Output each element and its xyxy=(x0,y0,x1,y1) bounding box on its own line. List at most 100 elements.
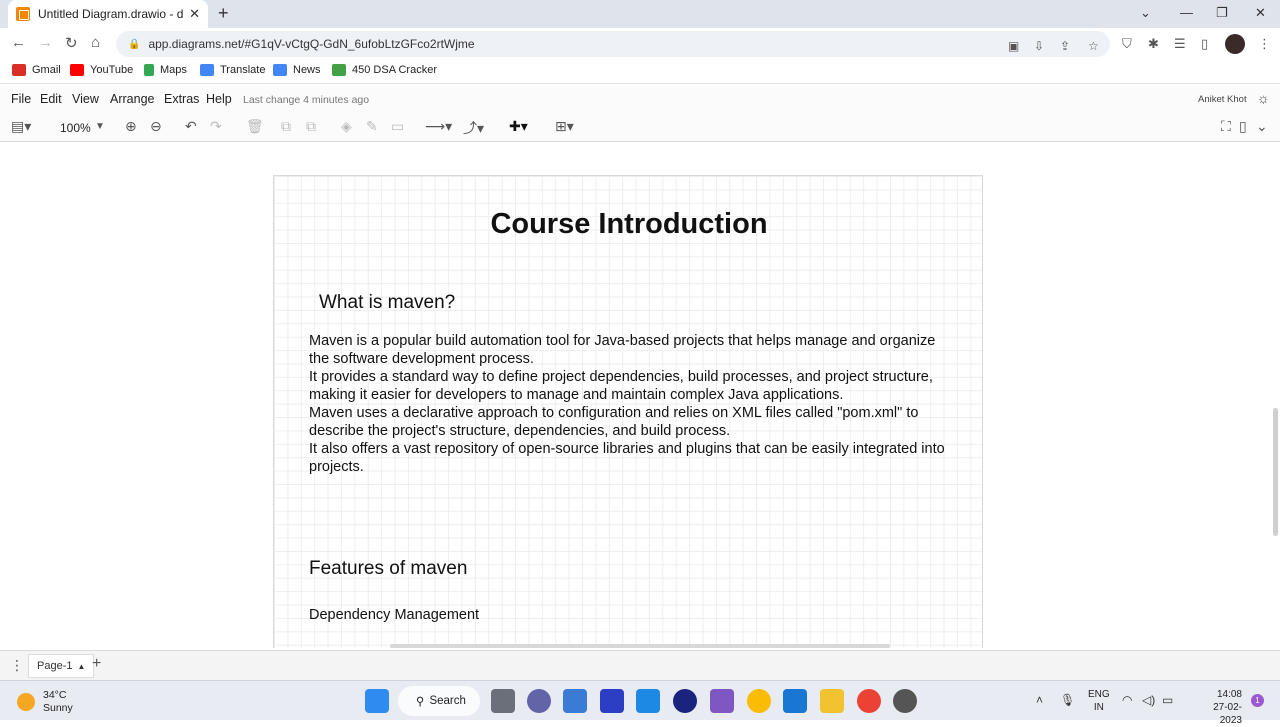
home-icon[interactable]: ⌂ xyxy=(91,34,100,51)
heading-features-of-maven[interactable]: Features of maven xyxy=(309,558,467,580)
volume-icon[interactable]: ◁) xyxy=(1142,693,1155,707)
taskbar-search[interactable]: ⚲ Search xyxy=(398,686,480,716)
more-menu-icon[interactable]: ⋮ xyxy=(1258,36,1271,52)
last-change-status[interactable]: Last change 4 minutes ago xyxy=(243,94,369,106)
diagram-canvas[interactable]: Course Introduction What is maven? Maven… xyxy=(0,143,1280,648)
format-toggle-icon[interactable]: ▯ xyxy=(1239,118,1247,135)
paragraph-line: projects. xyxy=(309,459,364,475)
webex-icon[interactable] xyxy=(673,689,697,713)
connection-icon[interactable]: ⟶▾ xyxy=(425,118,452,135)
shield-extension-icon[interactable]: ⛉ xyxy=(1122,36,1132,52)
new-tab-icon[interactable]: + xyxy=(218,3,229,24)
to-front-icon[interactable]: ⧉ xyxy=(281,118,291,135)
language-indicator[interactable]: ENG IN xyxy=(1088,688,1110,714)
browser-tab[interactable]: Untitled Diagram.drawio - diagra ✕ xyxy=(8,0,208,28)
microphone-icon[interactable]: 🎙 xyxy=(1060,693,1075,707)
diagram-page[interactable]: Course Introduction What is maven? Maven… xyxy=(273,175,983,648)
install-icon[interactable]: ⇩ xyxy=(1034,39,1044,53)
extensions-puzzle-icon[interactable]: ✱ xyxy=(1148,36,1159,52)
bookmark-450-dsa-cracker[interactable]: 450 DSA Cracker xyxy=(332,64,437,76)
dev-app-icon[interactable] xyxy=(893,689,917,713)
redo-icon[interactable]: ↷ xyxy=(210,118,222,135)
horizontal-scrollbar[interactable] xyxy=(390,644,890,648)
maximize-icon[interactable]: ❐ xyxy=(1216,5,1228,21)
task-view-icon[interactable] xyxy=(491,689,515,713)
collapse-chevron-icon[interactable]: ⌄ xyxy=(1256,118,1268,135)
vertical-scrollbar[interactable] xyxy=(1273,408,1278,536)
fullscreen-icon[interactable]: ⛶ xyxy=(1221,118,1231,135)
page-title[interactable]: Course Introduction xyxy=(274,208,984,241)
photos-icon[interactable] xyxy=(563,689,587,713)
weather-widget[interactable]: 34°C Sunny xyxy=(17,689,73,715)
bookmark-news[interactable]: News xyxy=(273,64,321,76)
page-tab-current[interactable]: Page-1 ▲ xyxy=(28,654,95,678)
zoom-in-icon[interactable]: ⊕ xyxy=(125,118,137,135)
heading-what-is-maven[interactable]: What is maven? xyxy=(319,292,455,314)
clock-date: 27-02-2023 xyxy=(1213,702,1242,726)
address-bar[interactable]: 🔒 app.diagrams.net/#G1qV-vCtgQ-GdN_6ufob… xyxy=(116,31,1110,57)
close-tab-icon[interactable]: ✕ xyxy=(189,6,200,22)
reload-icon[interactable]: ↻ xyxy=(65,34,78,52)
waypoints-icon[interactable]: ⤴▾ xyxy=(463,118,484,138)
zoom-dropdown-icon[interactable]: ▼ xyxy=(95,121,105,132)
navigation-bar: ← → ↻ ⌂ 🔒 app.diagrams.net/#G1qV-vCtgQ-G… xyxy=(0,28,1280,60)
paragraph-line: It provides a standard way to define pro… xyxy=(309,369,933,385)
zoom-out-icon[interactable]: ⊖ xyxy=(150,118,162,135)
chrome-icon[interactable] xyxy=(747,689,771,713)
bookmark-star-icon[interactable]: ☆ xyxy=(1088,39,1099,53)
visual-studio-code-icon[interactable] xyxy=(600,689,624,713)
bookmark-translate[interactable]: Translate xyxy=(200,64,265,76)
undo-icon[interactable]: ↶ xyxy=(185,118,197,135)
fill-color-icon[interactable]: ◈ xyxy=(341,118,352,135)
menu-arrange[interactable]: Arrange xyxy=(110,92,154,106)
to-back-icon[interactable]: ⧉ xyxy=(306,118,316,135)
table-icon[interactable]: ⊞▾ xyxy=(555,118,574,135)
bookmark-maps[interactable]: Maps xyxy=(144,64,187,76)
menu-file[interactable]: File xyxy=(11,92,31,106)
delete-icon[interactable]: 🗑 xyxy=(246,118,264,135)
teams-chat-icon[interactable] xyxy=(527,689,551,713)
page-tab-chevron-icon[interactable]: ▲ xyxy=(77,662,85,671)
insert-plus-icon[interactable]: ✚▾ xyxy=(509,118,528,135)
todo-icon[interactable] xyxy=(783,689,807,713)
media-app-icon[interactable] xyxy=(710,689,734,713)
feature-dependency-management[interactable]: Dependency Management xyxy=(309,607,479,623)
microsoft-store-icon[interactable] xyxy=(636,689,660,713)
notification-badge[interactable]: 1 xyxy=(1251,694,1264,707)
wifi-icon[interactable]: ◠ xyxy=(1122,693,1132,707)
file-explorer-icon[interactable] xyxy=(820,689,844,713)
reading-list-icon[interactable]: ☰ xyxy=(1174,36,1186,52)
back-icon[interactable]: ← xyxy=(11,34,26,51)
theme-sun-icon[interactable]: ☼ xyxy=(1257,90,1270,106)
menu-view[interactable]: View xyxy=(72,92,99,106)
profile-avatar[interactable] xyxy=(1225,34,1245,54)
menu-extras[interactable]: Extras xyxy=(164,92,199,106)
battery-icon[interactable]: ▭ xyxy=(1162,693,1173,707)
user-name[interactable]: Aniket Khot xyxy=(1198,94,1247,105)
tray-overflow-chevron-icon[interactable]: ˄ xyxy=(1036,693,1043,707)
windows-start-icon[interactable] xyxy=(365,689,389,713)
menu-edit[interactable]: Edit xyxy=(40,92,62,106)
chrome-active-icon[interactable] xyxy=(857,689,881,713)
maven-description-text[interactable]: Maven is a popular build automation tool… xyxy=(309,332,974,476)
side-panel-icon[interactable]: ▯ xyxy=(1201,36,1208,52)
paragraph-line: Maven uses a declarative approach to con… xyxy=(309,405,919,421)
tab-search-chevron-icon[interactable]: ⌄ xyxy=(1140,5,1151,21)
share-icon[interactable]: ⇪ xyxy=(1060,39,1070,53)
add-page-icon[interactable]: + xyxy=(92,655,101,673)
bookmark-youtube[interactable]: YouTube xyxy=(70,64,133,76)
bookmark-gmail[interactable]: Gmail xyxy=(12,64,61,76)
line-color-icon[interactable]: ✎ xyxy=(366,118,378,135)
format-panel-icon[interactable]: ▤▾ xyxy=(11,118,31,135)
minimize-icon[interactable]: — xyxy=(1180,5,1193,20)
shadow-icon[interactable]: ▭ xyxy=(391,118,404,135)
system-clock[interactable]: 14:08 27-02-2023 xyxy=(1204,688,1242,727)
close-window-icon[interactable]: ✕ xyxy=(1255,5,1266,21)
weather-condition: Sunny xyxy=(43,702,73,714)
paragraph-line: Maven is a popular build automation tool… xyxy=(309,333,936,349)
pages-menu-icon[interactable]: ⋮ xyxy=(10,657,24,674)
forward-icon[interactable]: → xyxy=(38,34,53,51)
screenshot-icon[interactable]: ▣ xyxy=(1008,39,1019,53)
zoom-level[interactable]: 100% xyxy=(60,121,91,135)
menu-help[interactable]: Help xyxy=(206,92,232,106)
